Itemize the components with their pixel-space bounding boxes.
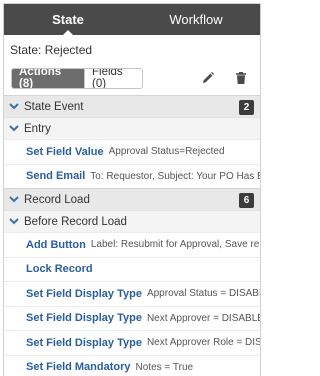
action-detail: Approval Status = DISABLED xyxy=(146,288,260,300)
subsection-label: Entry xyxy=(24,122,51,135)
action-detail: Next Approver Role = DIS... xyxy=(146,337,260,349)
trash-icon[interactable] xyxy=(234,71,248,85)
chevron-down-icon xyxy=(4,125,24,132)
pencil-icon[interactable] xyxy=(201,71,215,85)
action-row[interactable]: Set Field Value Approval Status=Rejected xyxy=(4,139,260,164)
tab-bar: State Workflow xyxy=(4,4,260,36)
action-row[interactable]: Set Field Display Type Approval Status =… xyxy=(4,281,260,306)
tab-workflow[interactable]: Workflow xyxy=(132,4,260,35)
action-row[interactable]: Set Field Display Type Next Approver Rol… xyxy=(4,330,260,355)
action-row[interactable]: Set Field Mandatory Notes = True xyxy=(4,354,260,376)
action-detail: Next Approver = DISABLED xyxy=(146,312,260,324)
chevron-down-icon xyxy=(4,103,24,110)
subsection-header-before-record-load[interactable]: Before Record Load xyxy=(4,210,260,232)
action-name-link[interactable]: Send Email xyxy=(26,170,85,182)
tab-state[interactable]: State xyxy=(4,4,132,36)
action-name-link[interactable]: Set Field Display Type xyxy=(26,337,142,349)
action-detail: Approval Status=Rejected xyxy=(108,146,225,158)
state-title: State: Rejected xyxy=(10,43,93,57)
subsection-header-entry[interactable]: Entry xyxy=(4,117,260,139)
action-row[interactable]: Lock Record xyxy=(4,256,260,282)
action-detail: Label: Resubmit for Approval, Save re... xyxy=(90,239,260,251)
action-name-link[interactable]: Set Field Display Type xyxy=(26,288,142,300)
section-label: State Event xyxy=(24,100,84,113)
action-name-link[interactable]: Add Button xyxy=(26,239,86,251)
view-toggle: Actions (8) Fields (0) xyxy=(11,67,143,89)
chevron-down-icon xyxy=(4,218,24,225)
section-header-record-load[interactable]: Record Load 6 xyxy=(4,188,260,210)
action-list: State Event 2 Entry Set Field Value Appr… xyxy=(4,95,260,376)
section-header-state-event[interactable]: State Event 2 xyxy=(4,95,260,117)
toolbar: Actions (8) Fields (0) xyxy=(4,63,260,93)
section-label: Record Load xyxy=(24,193,90,206)
subsection-label: Before Record Load xyxy=(24,215,127,228)
count-badge: 6 xyxy=(239,193,254,208)
workflow-panel: State Workflow State: Rejected Actions (… xyxy=(3,3,261,376)
action-detail: Notes = True xyxy=(135,361,194,373)
chevron-down-icon xyxy=(4,196,24,203)
action-row[interactable]: Send Email To: Requestor, Subject: Your … xyxy=(4,163,260,189)
action-detail: To: Requestor, Subject: Your PO Has B... xyxy=(90,170,260,182)
action-row[interactable]: Add Button Label: Resubmit for Approval,… xyxy=(4,232,260,257)
count-badge: 2 xyxy=(239,100,254,115)
action-name-link[interactable]: Set Field Mandatory xyxy=(26,361,131,373)
action-name-link[interactable]: Set Field Value xyxy=(26,146,104,158)
action-row[interactable]: Set Field Display Type Next Approver = D… xyxy=(4,305,260,331)
fields-tab-button[interactable]: Fields (0) xyxy=(84,68,142,88)
actions-tab-button[interactable]: Actions (8) xyxy=(12,68,84,88)
action-name-link[interactable]: Set Field Display Type xyxy=(26,312,142,324)
action-name-link[interactable]: Lock Record xyxy=(26,263,93,275)
